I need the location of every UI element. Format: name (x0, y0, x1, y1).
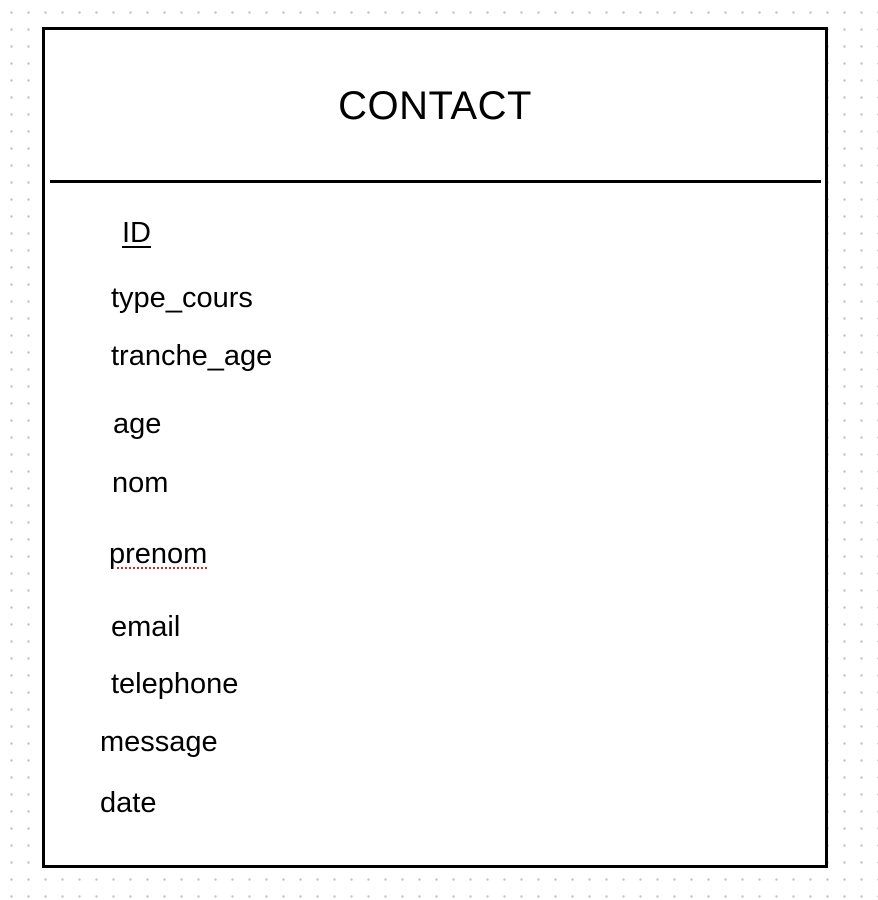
attribute-tranche-age[interactable]: tranche_age (111, 339, 272, 373)
attribute-type-cours[interactable]: type_cours (111, 281, 253, 315)
attribute-telephone[interactable]: telephone (111, 667, 238, 701)
diagram-canvas: CONTACT ID type_cours tranche_age age no… (0, 0, 878, 900)
attribute-age[interactable]: age (113, 407, 161, 441)
attribute-date[interactable]: date (100, 786, 156, 820)
attribute-prenom[interactable]: prenom (109, 537, 207, 571)
entity-contact[interactable]: CONTACT ID type_cours tranche_age age no… (42, 27, 828, 868)
attribute-nom[interactable]: nom (112, 466, 168, 500)
attribute-email[interactable]: email (111, 610, 180, 644)
entity-title[interactable]: CONTACT (45, 81, 825, 131)
attribute-message[interactable]: message (100, 725, 218, 759)
entity-divider (50, 180, 821, 183)
attribute-id[interactable]: ID (122, 216, 151, 250)
